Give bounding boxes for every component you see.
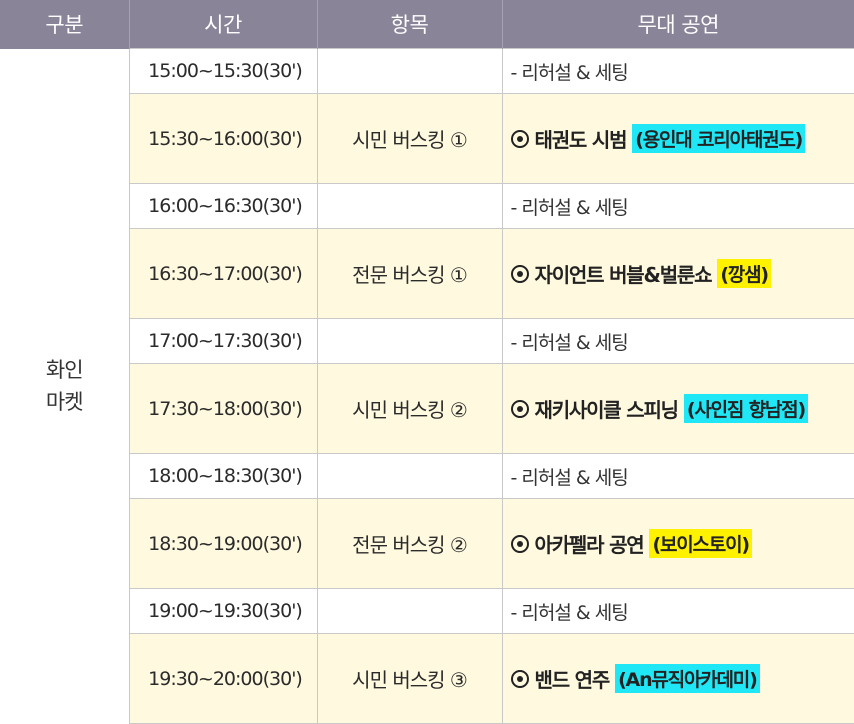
stage-cell: 밴드 연주 (An뮤직아카데미) <box>501 633 854 724</box>
rehearsal-text: - 리허설 & 세팅 <box>510 601 629 624</box>
table-row: 15:30~16:00(30') 시민 버스킹 ① 태권도 시범 (용인대 코리… <box>0 93 854 184</box>
table-row: 17:30~18:00(30') 시민 버스킹 ② 재키사이클 스피닝 (사인짐… <box>0 363 854 454</box>
time-cell: 17:30~18:00(30') <box>128 363 318 454</box>
stage-cell: 태권도 시범 (용인대 코리아태권도) <box>501 93 854 184</box>
stage-cell: - 리허설 & 세팅 <box>501 453 854 499</box>
item-cell: 전문 버스킹 ② <box>316 498 503 589</box>
header-row: 구분 시간 항목 무대 공연 <box>0 0 854 49</box>
time-cell: 18:30~19:00(30') <box>128 498 318 589</box>
header-item: 항목 <box>317 0 503 49</box>
table-row: 16:30~17:00(30') 전문 버스킹 ① 자이언트 버블&벌룬쇼 (깡… <box>0 228 854 319</box>
header-stage: 무대 공연 <box>502 0 854 49</box>
performer-tag: (깡샘) <box>717 259 771 288</box>
performer-tag: (사인짐 향남점) <box>683 394 808 423</box>
category-label-line2: 마켓 <box>45 390 84 414</box>
time-cell: 19:30~20:00(30') <box>128 633 318 724</box>
category-cell: 화인 마켓 <box>0 48 130 724</box>
rehearsal-text: - 리허설 & 세팅 <box>510 466 629 489</box>
act-title: 밴드 연주 <box>534 668 611 692</box>
table-row: 18:30~19:00(30') 전문 버스킹 ② 아카펠라 공연 (보이스토이… <box>0 498 854 589</box>
performer-tag: (용인대 코리아태권도) <box>632 124 806 153</box>
circled-dot-bullet-icon <box>510 129 529 148</box>
act-title: 아카펠라 공연 <box>534 533 645 557</box>
act-title: 재키사이클 스피닝 <box>534 398 680 422</box>
table-row: 17:00~17:30(30') - 리허설 & 세팅 <box>0 318 854 364</box>
table-row: 18:00~18:30(30') - 리허설 & 세팅 <box>0 453 854 499</box>
act-title: 자이언트 버블&벌룬쇼 <box>534 263 713 287</box>
category-label-line1: 화인 <box>45 358 84 382</box>
item-cell <box>316 453 503 499</box>
stage-cell: 아카펠라 공연 (보이스토이) <box>501 498 854 589</box>
rehearsal-text: - 리허설 & 세팅 <box>510 196 629 219</box>
rehearsal-text: - 리허설 & 세팅 <box>510 61 629 84</box>
table-row: 19:00~19:30(30') - 리허설 & 세팅 <box>0 588 854 634</box>
time-cell: 17:00~17:30(30') <box>128 318 318 364</box>
table-row: 16:00~16:30(30') - 리허설 & 세팅 <box>0 183 854 229</box>
performer-tag: (An뮤직아카데미) <box>615 664 760 693</box>
item-cell: 시민 버스킹 ① <box>316 93 503 184</box>
time-cell: 18:00~18:30(30') <box>128 453 318 499</box>
item-cell: 전문 버스킹 ① <box>316 228 503 319</box>
header-category: 구분 <box>0 0 130 49</box>
header-time: 시간 <box>129 0 318 49</box>
time-cell: 16:30~17:00(30') <box>128 228 318 319</box>
time-cell: 15:00~15:30(30') <box>128 48 318 94</box>
item-cell <box>316 183 503 229</box>
table-row: 화인 마켓 15:00~15:30(30') - 리허설 & 세팅 <box>0 48 854 724</box>
stage-cell: 재키사이클 스피닝 (사인짐 향남점) <box>501 363 854 454</box>
item-cell: 시민 버스킹 ② <box>316 363 503 454</box>
circled-dot-bullet-icon <box>510 264 529 283</box>
performer-tag: (보이스토이) <box>649 529 752 558</box>
item-cell <box>316 48 503 94</box>
rehearsal-text: - 리허설 & 세팅 <box>510 331 629 354</box>
schedule-table: 구분 시간 항목 무대 공연 화인 마켓 15:00~15:30(30') - … <box>0 0 854 724</box>
time-cell: 15:30~16:00(30') <box>128 93 318 184</box>
stage-cell: - 리허설 & 세팅 <box>501 183 854 229</box>
circled-dot-bullet-icon <box>510 399 529 418</box>
table-row: 19:30~20:00(30') 시민 버스킹 ③ 밴드 연주 (An뮤직아카데… <box>0 633 854 724</box>
time-cell: 16:00~16:30(30') <box>128 183 318 229</box>
circled-dot-bullet-icon <box>510 669 529 688</box>
stage-cell: 자이언트 버블&벌룬쇼 (깡샘) <box>501 228 854 319</box>
time-cell: 19:00~19:30(30') <box>128 588 318 634</box>
performance-schedule: 구분 시간 항목 무대 공연 화인 마켓 15:00~15:30(30') - … <box>0 0 854 724</box>
item-cell <box>316 588 503 634</box>
stage-cell: - 리허설 & 세팅 <box>501 48 854 94</box>
circled-dot-bullet-icon <box>510 534 529 553</box>
stage-cell: - 리허설 & 세팅 <box>501 588 854 634</box>
item-cell <box>316 318 503 364</box>
item-cell: 시민 버스킹 ③ <box>316 633 503 724</box>
stage-cell: - 리허설 & 세팅 <box>501 318 854 364</box>
act-title: 태권도 시범 <box>534 128 628 152</box>
